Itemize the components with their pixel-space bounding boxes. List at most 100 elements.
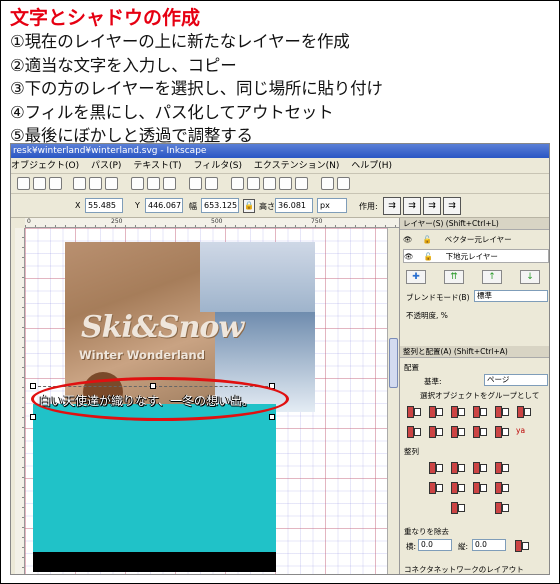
transform-gradients-button[interactable]: ⇉: [423, 197, 441, 215]
y-label: Y: [135, 201, 140, 210]
distribute-center-icon[interactable]: [450, 460, 465, 474]
selection-handle[interactable]: [30, 414, 36, 420]
layers-panel-title[interactable]: レイヤー(S) (Shift+Ctrl+L): [400, 218, 549, 230]
zoom-fit-icon[interactable]: [105, 177, 118, 190]
inkscape-window: resk¥winterland¥winterland.svg - Inkscap…: [10, 143, 550, 575]
selection-handle[interactable]: [269, 414, 275, 420]
group-icon[interactable]: [189, 177, 202, 190]
zoom-out-icon[interactable]: [89, 177, 102, 190]
distribute-middle-icon[interactable]: [450, 480, 465, 494]
clone-icon[interactable]: [147, 177, 160, 190]
remove-overlap-icon[interactable]: [514, 538, 529, 552]
menu-extensions[interactable]: エクステンション(N): [254, 161, 340, 171]
blend-mode-label: ブレンドモード(B): [406, 293, 470, 302]
scale-stroke-button[interactable]: ⇉: [383, 197, 401, 215]
xml-editor-icon[interactable]: [279, 177, 292, 190]
menu-object[interactable]: オブジェクト(O): [11, 161, 79, 171]
randomize-icon[interactable]: [450, 500, 465, 514]
add-layer-button[interactable]: ✚: [406, 270, 426, 284]
distribute-bottom-icon[interactable]: [472, 480, 487, 494]
logo-text: Ski&Snow: [81, 310, 244, 345]
ruler-tick-750: 750: [311, 218, 323, 225]
width-field[interactable]: 653.125: [201, 198, 239, 213]
align-center-icon[interactable]: [450, 404, 465, 418]
selection-handle[interactable]: [30, 383, 36, 389]
connector-layout-label: コネクタネットワークのレイアウト: [404, 565, 524, 574]
unclump-icon[interactable]: [494, 500, 509, 514]
menu-filters[interactable]: フィルタ(S): [193, 161, 242, 171]
instruction-step-3: ③下の方のレイヤーを選択し、同じ場所に貼り付け: [10, 79, 383, 98]
lock-icon[interactable]: 🔒: [243, 199, 255, 213]
align-right-icon[interactable]: [472, 404, 487, 418]
raise-layer-top-button[interactable]: ⇈: [444, 270, 464, 284]
x-field[interactable]: 55.485: [85, 198, 123, 213]
eye-icon[interactable]: 👁: [403, 235, 413, 244]
align-right-edge-icon[interactable]: [494, 404, 509, 418]
text-baseline-icon[interactable]: ya: [516, 426, 525, 435]
eye-icon[interactable]: 👁: [404, 252, 414, 261]
open-icon[interactable]: [33, 177, 46, 190]
h-gap-field[interactable]: 0.0: [418, 539, 452, 551]
align-icon[interactable]: [295, 177, 308, 190]
fill-stroke-icon[interactable]: [231, 177, 244, 190]
distribute-right-icon[interactable]: [472, 460, 487, 474]
height-field[interactable]: 36.081: [275, 198, 313, 213]
ruler-tick-0: 0: [27, 218, 31, 225]
y-field[interactable]: 446.067: [145, 198, 183, 213]
distribute-left-icon[interactable]: [428, 460, 443, 474]
new-doc-icon[interactable]: [17, 177, 30, 190]
distribute-gaps-icon[interactable]: [494, 460, 509, 474]
duplicate-icon[interactable]: [131, 177, 144, 190]
scale-corners-button[interactable]: ⇉: [403, 197, 421, 215]
lock-icon[interactable]: 🔓: [423, 235, 432, 244]
layer-row-selected[interactable]: 👁 🔓 下地元レイヤー: [403, 249, 549, 263]
affect-label: 作用:: [359, 202, 378, 211]
align-baseline-icon[interactable]: [516, 404, 531, 418]
treat-as-group-label[interactable]: 選択オブジェクトをグループとして: [420, 390, 539, 401]
lower-layer-button[interactable]: ↓: [520, 270, 540, 284]
black-bar[interactable]: [33, 552, 276, 572]
layer-name: 下地元レイヤー: [445, 252, 498, 261]
zoom-in-icon[interactable]: [73, 177, 86, 190]
document-props-icon[interactable]: [337, 177, 350, 190]
window-titlebar[interactable]: resk¥winterland¥winterland.svg - Inkscap…: [11, 144, 549, 158]
save-icon[interactable]: [49, 177, 62, 190]
align-panel-title[interactable]: 整列と配置(A) (Shift+Ctrl+A): [400, 346, 549, 358]
drawing-canvas[interactable]: Ski&Snow Winter Wonderland 白い天使達が織りなす、一冬…: [25, 228, 387, 574]
align-top-edge-icon[interactable]: [406, 424, 421, 438]
raise-layer-button[interactable]: ↑: [482, 270, 502, 284]
unit-select[interactable]: px: [317, 198, 347, 213]
vertical-scrollbar[interactable]: [387, 228, 399, 574]
menu-help[interactable]: ヘルプ(H): [351, 161, 392, 171]
instruction-step-4: ④フィルを黒にし、パス化してアウトセット: [10, 102, 334, 122]
blend-mode-select[interactable]: 標準: [474, 290, 548, 302]
layer-row[interactable]: 👁 🔓 ベクター元レイヤー: [403, 233, 549, 247]
distribute-vgaps-icon[interactable]: [494, 480, 509, 494]
commands-toolbar: [11, 174, 549, 194]
vertical-ruler: [15, 228, 25, 574]
unlink-icon[interactable]: [163, 177, 176, 190]
align-top-icon[interactable]: [428, 424, 443, 438]
ungroup-icon[interactable]: [205, 177, 218, 190]
align-bottom-icon[interactable]: [472, 424, 487, 438]
menu-path[interactable]: パス(P): [91, 161, 121, 171]
opacity-label: 不透明度, %: [406, 311, 448, 320]
relative-to-select[interactable]: ページ: [484, 374, 548, 386]
distribute-top-icon[interactable]: [428, 480, 443, 494]
layer-name: ベクター元レイヤー: [444, 235, 512, 244]
align-middle-icon[interactable]: [450, 424, 465, 438]
text-tool-icon[interactable]: [247, 177, 260, 190]
menu-text[interactable]: テキスト(T): [133, 161, 181, 171]
lock-icon[interactable]: 🔓: [424, 252, 433, 261]
layers-icon[interactable]: [263, 177, 276, 190]
teal-rectangle[interactable]: [33, 404, 276, 552]
v-gap-field[interactable]: 0.0: [472, 539, 506, 551]
scrollbar-thumb[interactable]: [389, 338, 398, 388]
align-left-icon[interactable]: [428, 404, 443, 418]
align-left-edge-icon[interactable]: [406, 404, 421, 418]
ruler-tick-250: 250: [111, 218, 123, 225]
instructions: 文字とシャドウの作成 ①現在のレイヤーの上に新たなレイヤーを作成 ②適当な文字を…: [10, 6, 550, 148]
preferences-icon[interactable]: [321, 177, 334, 190]
align-bottom-edge-icon[interactable]: [494, 424, 509, 438]
transform-patterns-button[interactable]: ⇉: [443, 197, 461, 215]
